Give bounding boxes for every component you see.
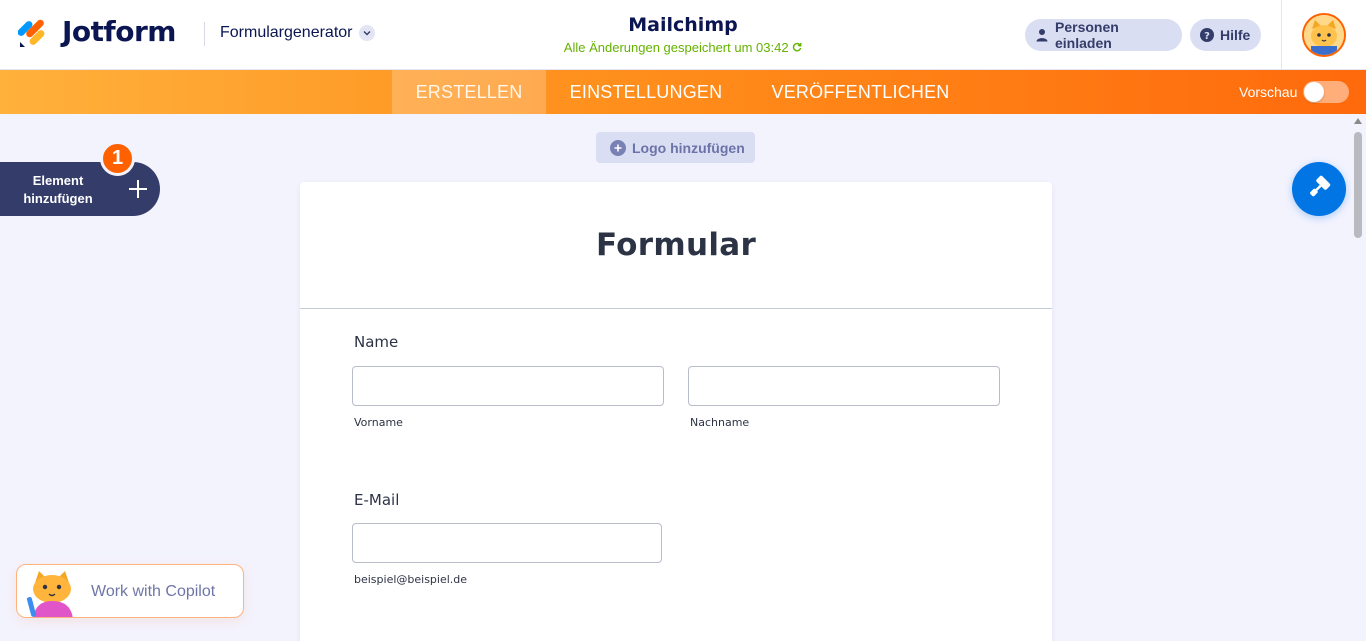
add-element-label: Element hinzufügen	[12, 172, 104, 208]
last-name-sublabel: Nachname	[690, 416, 750, 429]
email-label[interactable]: E-Mail	[354, 491, 399, 509]
form-card: Formular Name Vorname Nachname E-Mail be…	[300, 182, 1052, 641]
add-element-button[interactable]: Element hinzufügen	[0, 162, 160, 216]
builder-navbar: ERSTELLEN EINSTELLUNGEN VERÖFFENTLICHEN …	[0, 70, 1366, 114]
jotform-logo[interactable]: Jotform	[17, 15, 176, 48]
first-name-input[interactable]	[352, 366, 664, 406]
toggle-knob	[1304, 82, 1324, 102]
divider	[204, 22, 205, 46]
form-name[interactable]: Mailchimp	[483, 14, 883, 36]
invite-people-label: Personen einladen	[1055, 19, 1119, 51]
help-button[interactable]: ? Hilfe	[1190, 19, 1261, 51]
builder-menu-label: Formulargenerator	[220, 24, 353, 41]
add-logo-label: Logo hinzufügen	[632, 139, 745, 156]
form-header[interactable]: Formular	[300, 182, 1052, 309]
builder-menu[interactable]: Formulargenerator	[220, 24, 375, 42]
vertical-scrollbar[interactable]	[1351, 114, 1366, 641]
help-circle-icon: ?	[1200, 28, 1214, 42]
email-sublabel: beispiel@beispiel.de	[354, 573, 468, 586]
scroll-thumb[interactable]	[1354, 132, 1362, 238]
step-badge: 1	[100, 141, 135, 176]
divider	[1281, 0, 1282, 70]
email-input[interactable]	[352, 523, 662, 563]
add-logo-button[interactable]: Logo hinzufügen	[596, 132, 755, 163]
add-element-label-line2: hinzufügen	[23, 191, 93, 206]
top-header: Jotform Formulargenerator Mailchimp Alle…	[0, 0, 1366, 70]
add-element-label-line1: Element	[32, 173, 84, 188]
preview-label: Vorschau	[1239, 84, 1298, 100]
jotform-logo-icon	[17, 16, 50, 48]
first-name-sublabel: Vorname	[354, 416, 403, 429]
refresh-icon	[792, 40, 802, 55]
chevron-down-icon	[358, 25, 375, 41]
copilot-label: Work with Copilot	[91, 583, 216, 600]
svg-text:?: ?	[1204, 31, 1210, 42]
invite-people-button[interactable]: Personen einladen	[1025, 19, 1182, 51]
save-status-text: Alle Änderungen gespeichert um 03:42	[563, 40, 789, 55]
plus-circle-icon	[610, 139, 626, 156]
plus-icon	[126, 177, 150, 201]
user-avatar[interactable]	[1302, 13, 1346, 57]
preview-toggle[interactable]	[1303, 81, 1349, 103]
last-name-input[interactable]	[688, 366, 1000, 406]
tab-create[interactable]: ERSTELLEN	[392, 70, 546, 114]
help-label: Hilfe	[1220, 27, 1251, 43]
brand-name: Jotform	[62, 15, 176, 48]
scroll-up-arrow-icon[interactable]	[1354, 118, 1362, 124]
name-label[interactable]: Name	[354, 333, 398, 351]
paint-roller-icon	[1306, 174, 1332, 205]
cat-avatar-icon	[1304, 15, 1344, 55]
copilot-button[interactable]: Work with Copilot	[16, 564, 244, 618]
save-status: Alle Änderungen gespeichert um 03:42	[483, 40, 883, 55]
form-heading[interactable]: Formular	[596, 227, 756, 263]
form-title-area: Mailchimp Alle Änderungen gespeichert um…	[483, 14, 883, 55]
tab-publish[interactable]: VERÖFFENTLICHEN	[746, 70, 975, 114]
copilot-cat-icon	[25, 569, 83, 617]
tab-settings[interactable]: EINSTELLUNGEN	[546, 70, 746, 114]
user-icon	[1035, 28, 1049, 42]
form-designer-button[interactable]	[1292, 162, 1346, 216]
